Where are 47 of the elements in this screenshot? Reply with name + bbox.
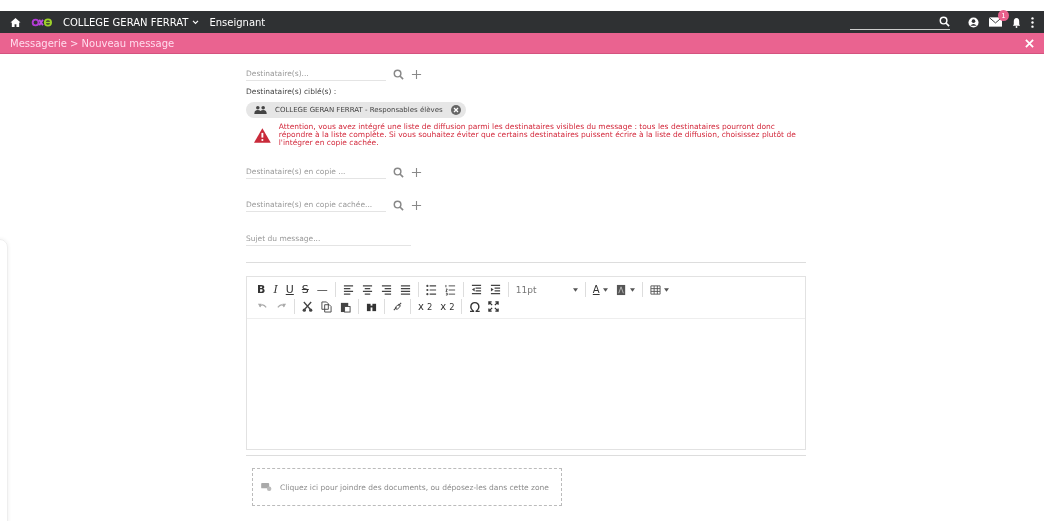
caret-icon	[663, 287, 669, 292]
fullscreen-icon	[488, 300, 500, 313]
highlight-icon	[615, 283, 627, 296]
bold-button[interactable]: B	[253, 281, 270, 298]
group-icon	[254, 106, 267, 114]
add-icon[interactable]	[411, 68, 422, 80]
warning-icon	[254, 127, 271, 143]
justify-icon	[399, 283, 411, 296]
add-icon[interactable]	[411, 199, 422, 211]
close-icon[interactable]	[1025, 38, 1034, 48]
school-menu[interactable]: COLLEGE GERAN FERRAT	[63, 16, 200, 28]
caret-icon	[572, 287, 578, 292]
logo-icon[interactable]	[31, 16, 53, 28]
align-right-icon	[380, 283, 392, 296]
scissors-icon	[302, 300, 313, 313]
role-label[interactable]: Enseignant	[209, 16, 266, 28]
font-size-select[interactable]: 11pt	[511, 281, 582, 298]
caret-icon	[602, 287, 608, 292]
more-icon[interactable]	[1031, 16, 1034, 28]
breadcrumb: Messagerie > Nouveau message	[10, 37, 175, 49]
add-icon[interactable]	[411, 166, 422, 178]
text-color-button[interactable]: A	[588, 281, 612, 298]
copy-icon	[321, 300, 332, 313]
table-icon	[649, 283, 661, 296]
user-icon[interactable]	[968, 16, 979, 28]
chevron-icon	[192, 19, 200, 25]
home-icon[interactable]	[10, 16, 21, 28]
paste-icon	[340, 300, 351, 313]
remove-icon[interactable]	[450, 105, 461, 115]
align-center-icon	[361, 283, 373, 296]
search-icon[interactable]	[939, 16, 950, 27]
symbol-button[interactable]: Ω	[465, 298, 485, 315]
attach-icon	[261, 483, 272, 491]
rule-button[interactable]: —	[312, 281, 332, 298]
outdent-icon	[470, 283, 482, 296]
underline-button[interactable]: U	[281, 281, 298, 298]
caret-icon	[629, 287, 635, 292]
bullet-list-icon	[425, 283, 437, 296]
mail-icon[interactable]	[989, 17, 1002, 27]
strike-button[interactable]: S	[297, 281, 313, 298]
search-field[interactable]	[850, 14, 950, 30]
align-left-icon	[342, 283, 354, 296]
numbered-list-icon	[444, 283, 456, 296]
bell-icon[interactable]	[1012, 16, 1021, 28]
italic-button[interactable]: I	[269, 281, 282, 298]
indent-icon	[489, 283, 501, 296]
link-icon	[392, 300, 403, 313]
